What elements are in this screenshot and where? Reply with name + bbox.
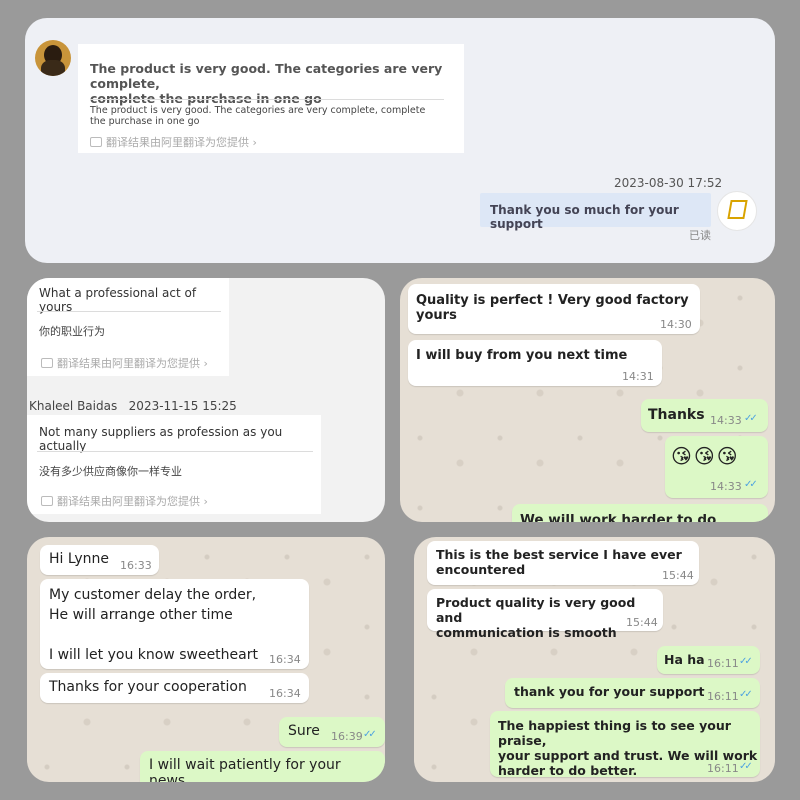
incoming-message[interactable]: I will buy from you next time 14:31 <box>408 340 662 386</box>
sender-time: 2023-11-15 15:25 <box>128 399 237 413</box>
customer-avatar[interactable] <box>35 40 71 76</box>
outgoing-message[interactable]: Sure 16:39 ✓✓ <box>279 717 385 747</box>
double-check-icon: ✓✓ <box>744 413 758 424</box>
double-check-icon: ✓✓ <box>739 761 753 772</box>
outgoing-message[interactable]: Ha ha 16:11 ✓✓ <box>657 646 760 674</box>
translate-icon <box>41 358 53 368</box>
translated-message-card[interactable]: Not many suppliers as profession as you … <box>27 415 321 514</box>
incoming-message[interactable]: Thanks for your cooperation 16:34 <box>40 673 309 703</box>
double-check-icon: ✓✓ <box>744 479 758 490</box>
outgoing-message[interactable]: I will wait patiently for your news. <box>140 751 385 782</box>
divider <box>37 311 221 312</box>
sender-line: Khaleel Baidas 2023-11-15 15:25 <box>29 399 237 413</box>
whatsapp-chat-panel-2: Hi Lynne 16:33 My customer delay the ord… <box>27 537 385 782</box>
emoji-kiss: 😘😘😘 <box>671 444 740 468</box>
translated-message-card[interactable]: What a professional act of yours 你的职业行为 … <box>27 278 229 376</box>
outgoing-message[interactable]: Thanks 14:33 ✓✓ <box>641 399 768 432</box>
supplier-logo-avatar[interactable] <box>717 191 757 231</box>
translate-icon <box>41 496 53 506</box>
double-check-icon: ✓✓ <box>739 656 753 667</box>
translation-note[interactable]: 翻译结果由阿里翻译为您提供 › <box>41 493 208 509</box>
incoming-message[interactable]: This is the best service I have ever enc… <box>427 541 699 585</box>
outgoing-message[interactable]: The happiest thing is to see your praise… <box>490 711 760 778</box>
incoming-message[interactable]: Quality is perfect ! Very good factory y… <box>408 284 700 334</box>
outgoing-message[interactable]: Thank you so much for your support <box>480 193 711 231</box>
translation-note[interactable]: 翻译结果由阿里翻译为您提供 › <box>41 355 208 371</box>
outgoing-message[interactable]: We will work harder to do better <box>512 504 768 522</box>
translation-note[interactable]: 翻译结果由阿里翻译为您提供 › <box>90 134 257 150</box>
double-check-icon: ✓✓ <box>363 729 377 740</box>
outgoing-message[interactable]: thank you for your support 16:11 ✓✓ <box>505 678 760 708</box>
whatsapp-chat-panel-3: This is the best service I have ever enc… <box>414 537 775 782</box>
incoming-message[interactable]: Product quality is very good and communi… <box>427 589 663 640</box>
double-check-icon: ✓✓ <box>739 689 753 700</box>
read-status: 已读 <box>689 229 711 242</box>
translation-text: The product is very good. The categories… <box>90 105 426 127</box>
chat-panel-translation: What a professional act of yours 你的职业行为 … <box>27 278 385 522</box>
incoming-message[interactable]: Hi Lynne 16:33 <box>40 545 159 575</box>
sender-name: Khaleel Baidas <box>29 399 118 413</box>
chat-panel-alibaba: The product is very good. The categories… <box>25 18 775 263</box>
translate-icon <box>90 137 102 147</box>
divider <box>90 99 444 100</box>
outgoing-message[interactable]: 😘😘😘 14:33 ✓✓ <box>665 436 768 498</box>
chevron-right-icon: › <box>249 136 257 149</box>
whatsapp-chat-panel-1: Quality is perfect ! Very good factory y… <box>400 278 775 522</box>
translated-message-card[interactable]: The product is very good. The categories… <box>78 44 464 153</box>
divider <box>37 451 313 452</box>
incoming-message[interactable]: My customer delay the order, He will arr… <box>40 579 309 669</box>
timestamp: 2023-08-30 17:52 <box>614 176 723 190</box>
chevron-right-icon: › <box>200 495 208 508</box>
chevron-right-icon: › <box>200 357 208 370</box>
